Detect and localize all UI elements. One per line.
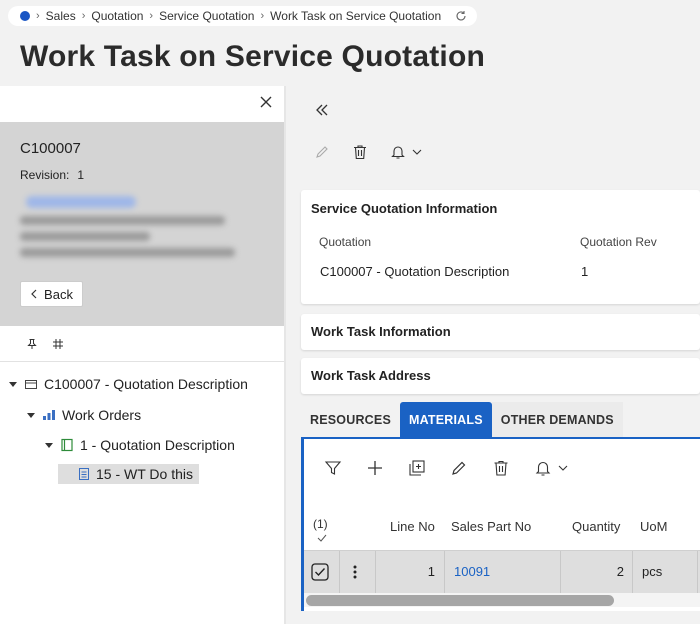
record-toolbar bbox=[314, 144, 422, 160]
cell-uom: pcs bbox=[642, 564, 663, 579]
work-orders-icon bbox=[43, 410, 55, 420]
materials-panel: (1) Line No Sales Part No Quantity UoM 1… bbox=[301, 437, 700, 611]
tab-bar: RESOURCES MATERIALS OTHER DEMANDS bbox=[301, 402, 623, 438]
section-title[interactable]: Work Task Address bbox=[311, 368, 431, 383]
breadcrumb: › Sales › Quotation › Service Quotation … bbox=[8, 6, 478, 26]
record-id: C100007 bbox=[20, 140, 81, 157]
edit-icon[interactable] bbox=[450, 459, 468, 477]
delete-icon[interactable] bbox=[352, 144, 368, 160]
blurred-details bbox=[20, 194, 240, 268]
tree-node-work-task[interactable]: 15 - WT Do this bbox=[58, 464, 199, 484]
chevron-down-icon[interactable] bbox=[412, 148, 422, 156]
tab-resources[interactable]: RESOURCES bbox=[301, 402, 400, 438]
navigator-panel: C100007 Revision: 1 Back C100007 - Quotat… bbox=[0, 86, 284, 624]
expand-collapse-icon[interactable] bbox=[52, 338, 64, 350]
chevron-right-icon: › bbox=[260, 10, 265, 22]
tab-other-demands[interactable]: OTHER DEMANDS bbox=[491, 402, 623, 438]
chevron-right-icon: › bbox=[149, 10, 154, 22]
tree-node-work-orders[interactable]: Work Orders bbox=[26, 407, 141, 423]
work-order-icon bbox=[61, 438, 73, 452]
column-header-line-no[interactable]: Line No bbox=[390, 519, 435, 534]
breadcrumb-item-sales[interactable]: Sales bbox=[46, 9, 76, 23]
column-header-quantity[interactable]: Quantity bbox=[572, 519, 620, 534]
column-header-sales-part-no[interactable]: Sales Part No bbox=[451, 519, 531, 534]
tree-node-work-order[interactable]: 1 - Quotation Description bbox=[44, 437, 235, 453]
add-icon[interactable] bbox=[366, 459, 384, 477]
breadcrumb-item-current: Work Task on Service Quotation bbox=[270, 9, 442, 23]
quotation-icon bbox=[25, 380, 37, 389]
table-row[interactable]: 1 10091 2 pcs bbox=[304, 550, 700, 594]
work-task-address-section[interactable]: Work Task Address bbox=[301, 358, 700, 394]
breadcrumb-item-quotation[interactable]: Quotation bbox=[91, 9, 143, 23]
chevron-right-icon: › bbox=[81, 10, 86, 22]
revision-value: 1 bbox=[77, 168, 85, 182]
section-title[interactable]: Service Quotation Information bbox=[311, 201, 497, 216]
quotation-label: Quotation bbox=[319, 235, 372, 249]
cell-sales-part-no-link[interactable]: 10091 bbox=[454, 564, 490, 579]
collapse-left-icon[interactable] bbox=[314, 102, 330, 118]
chevron-left-icon bbox=[31, 289, 37, 299]
edit-icon[interactable] bbox=[314, 144, 330, 160]
page-title: Work Task on Service Quotation bbox=[20, 40, 485, 73]
breadcrumb-item-service-quotation[interactable]: Service Quotation bbox=[159, 9, 254, 23]
materials-toolbar bbox=[324, 459, 568, 477]
quotation-value: C100007 - Quotation Description bbox=[320, 264, 510, 279]
row-checkbox[interactable] bbox=[311, 563, 329, 581]
section-title[interactable]: Work Task Information bbox=[311, 324, 451, 339]
cell-quantity: 2 bbox=[616, 564, 624, 579]
pin-icon[interactable] bbox=[26, 338, 38, 350]
notification-bell-icon[interactable] bbox=[534, 459, 568, 477]
quotation-rev-value: 1 bbox=[581, 264, 589, 279]
duplicate-icon[interactable] bbox=[408, 459, 426, 477]
revision-label: Revision: bbox=[20, 168, 70, 182]
caret-down-icon[interactable] bbox=[44, 440, 54, 450]
refresh-icon[interactable] bbox=[455, 10, 467, 22]
tab-materials[interactable]: MATERIALS bbox=[399, 402, 492, 438]
notification-bell-icon[interactable] bbox=[390, 144, 422, 160]
filter-icon[interactable] bbox=[324, 459, 342, 477]
tree-node-quotation[interactable]: C100007 - Quotation Description bbox=[8, 376, 248, 392]
caret-down-icon[interactable] bbox=[8, 379, 18, 389]
back-label: Back bbox=[44, 286, 73, 302]
service-quotation-info-section: Service Quotation Information Quotation … bbox=[301, 190, 700, 304]
home-dot-icon[interactable] bbox=[20, 11, 30, 21]
scrollbar-thumb[interactable] bbox=[306, 595, 614, 606]
horizontal-scrollbar[interactable] bbox=[304, 593, 700, 607]
record-card: C100007 Revision: 1 Back bbox=[0, 122, 284, 326]
back-button[interactable]: Back bbox=[20, 281, 83, 307]
work-task-info-section[interactable]: Work Task Information bbox=[301, 314, 700, 350]
cell-line-no: 1 bbox=[427, 564, 435, 579]
revision: Revision: 1 bbox=[20, 168, 84, 182]
quotation-rev-label: Quotation Rev bbox=[580, 235, 657, 249]
close-icon[interactable] bbox=[258, 94, 274, 110]
check-icon bbox=[317, 534, 327, 542]
selection-count[interactable]: (1) bbox=[313, 517, 328, 542]
chevron-right-icon: › bbox=[36, 10, 40, 22]
row-menu-icon[interactable] bbox=[353, 565, 357, 579]
delete-icon[interactable] bbox=[492, 459, 510, 477]
caret-down-icon[interactable] bbox=[26, 410, 36, 420]
navigator-toolbar bbox=[0, 326, 284, 362]
column-header-uom[interactable]: UoM bbox=[640, 519, 667, 534]
work-task-icon bbox=[79, 468, 89, 480]
panel-divider bbox=[284, 86, 286, 624]
chevron-down-icon[interactable] bbox=[558, 464, 568, 472]
